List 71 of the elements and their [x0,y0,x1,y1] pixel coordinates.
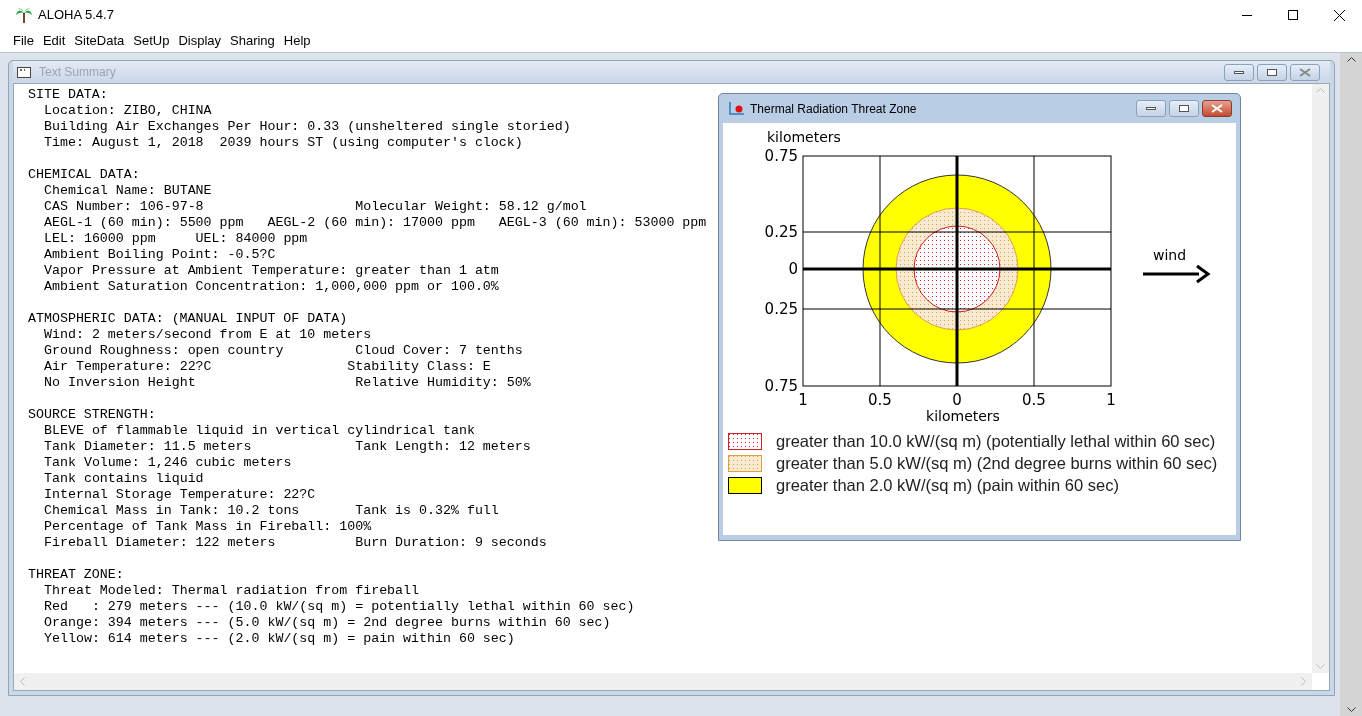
menu-item[interactable]: Edit [38,31,70,51]
summary-line: Wind: 2 meters/second from E at 10 meters [43,327,372,343]
section-heading: CHEMICAL DATA: [28,167,140,183]
wind-label: wind [1153,247,1187,263]
close-icon [1333,9,1345,21]
summary-line: Red : 279 meters --- (10.0 kW/(sq m) = potentially lethal within 60 sec) [43,599,635,615]
summary-line: Percentage of Tank Mass in Fireball: 100% [43,519,372,535]
summary-line: Fireball Diameter: 122 meters Burn Duration: 9 seconds [43,535,547,551]
summary-line: Time: August 1, 2018 2039 hours ST (using computer's clock) [43,135,523,151]
tick-label: 0.25 [764,223,798,241]
menu-item[interactable]: SetUp [129,31,174,51]
axis-label: kilometers [767,129,841,145]
tick-label: 0.5 [868,391,892,409]
summary-line: Internal Storage Temperature: 22?C [43,487,316,503]
legend-label: greater than 10.0 kW/(sq m) (potentially lethal within 60 sec) [776,431,1216,451]
close-icon [1299,67,1311,77]
summary-line: Ambient Boiling Point: -0.5?C [43,247,276,263]
summary-line: Air Temperature: 22?C Stability Class: E [43,359,491,375]
menu-item[interactable]: Sharing [226,31,279,51]
legend-label: greater than 5.0 kW/(sq m) (2nd degree burns within 60 sec) [776,453,1218,473]
tick-label: 1 [798,391,808,409]
menu-item[interactable]: File [9,31,38,51]
menu-item[interactable]: SiteData [70,31,129,51]
close-button[interactable] [1202,100,1232,117]
summary-line: Vapor Pressure at Ambient Temperature: greater than 1 atm [43,263,499,279]
summary-line: Tank Diameter: 11.5 meters Tank Length: 12 meters [43,439,531,455]
summary-line: Chemical Name: BUTANE [43,183,212,199]
section-heading: THREAT ZONE: [28,567,124,583]
summary-line: LEL: 16000 ppm UEL: 84000 ppm [43,231,308,247]
wind-arrow [1143,264,1211,284]
window-title: Thermal Radiation Threat Zone [750,100,917,118]
summary-line: Tank Volume: 1,246 cubic meters [43,455,292,471]
summary-line: Ambient Saturation Concentration: 1,000,000 ppm or 100.0% [43,279,499,295]
summary-line: Location: ZIBO, CHINA [43,103,212,119]
minimize-button[interactable] [1224,63,1254,81]
summary-line: CAS Number: 106-97-8 Molecular Weight: 58.12 g/mol [43,199,587,215]
summary-line: Tank contains liquid [43,471,204,487]
menu-item[interactable]: Display [174,31,225,51]
summary-line: AEGL-1 (60 min): 5500 ppm AEGL-2 (60 min): 17000 ppm AEGL-3 (60 min): 53000 ppm [43,215,707,231]
menu-item[interactable]: Help [279,31,315,51]
summary-line: Building Air Exchanges Per Hour: 0.33 (unsheltered single storied) [43,119,571,135]
tick-label: 0 [788,260,798,278]
section-heading: ATMOSPHERIC DATA: (MANUAL INPUT OF DATA) [28,311,348,327]
tick-label: 0.75 [764,377,798,395]
maximize-button[interactable] [1169,100,1199,117]
section-heading: SOURCE STRENGTH: [28,407,156,423]
chart-window-icon [729,102,744,115]
summary-line: Orange: 394 meters --- (5.0 kW/(sq m) = 2nd degree burns within 60 sec) [43,615,611,631]
summary-line: BLEVE of flammable liquid in vertical cylindrical tank [43,423,475,439]
text-window-icon [17,66,31,78]
tick-label: 0.5 [1022,391,1046,409]
axis-label: kilometers [926,408,1000,423]
window-title: Text Summary [39,64,116,81]
tick-label: 0 [952,391,962,409]
summary-line: Chemical Mass in Tank: 10.2 tons Tank is 0.32% full [43,503,499,519]
window-title: ALOHA 5.4.7 [38,6,114,25]
summary-line: Threat Modeled: Thermal radiation from fireball [43,583,420,599]
tick-label: 1 [1106,391,1116,409]
tick-label: 0.75 [764,147,798,165]
maximize-button[interactable] [1257,63,1287,81]
summary-line: No Inversion Height Relative Humidity: 50% [43,375,531,391]
vertical-scrollbar[interactable] [1340,53,1362,716]
section-heading: SITE DATA: [28,87,108,103]
horizontal-scrollbar[interactable] [14,673,1312,690]
close-icon [1211,104,1223,113]
summary-line: Yellow: 614 meters --- (2.0 kW/(sq m) = pain within 60 sec) [43,631,515,647]
minimize-button[interactable] [1136,100,1166,117]
summary-line: Ground Roughness: open country Cloud Cover: 7 tenths [43,343,523,359]
legend-label: greater than 2.0 kW/(sq m) (pain within 60 sec) [776,475,1119,495]
palm-tree-icon [16,7,32,23]
tick-label: 0.25 [764,300,798,318]
